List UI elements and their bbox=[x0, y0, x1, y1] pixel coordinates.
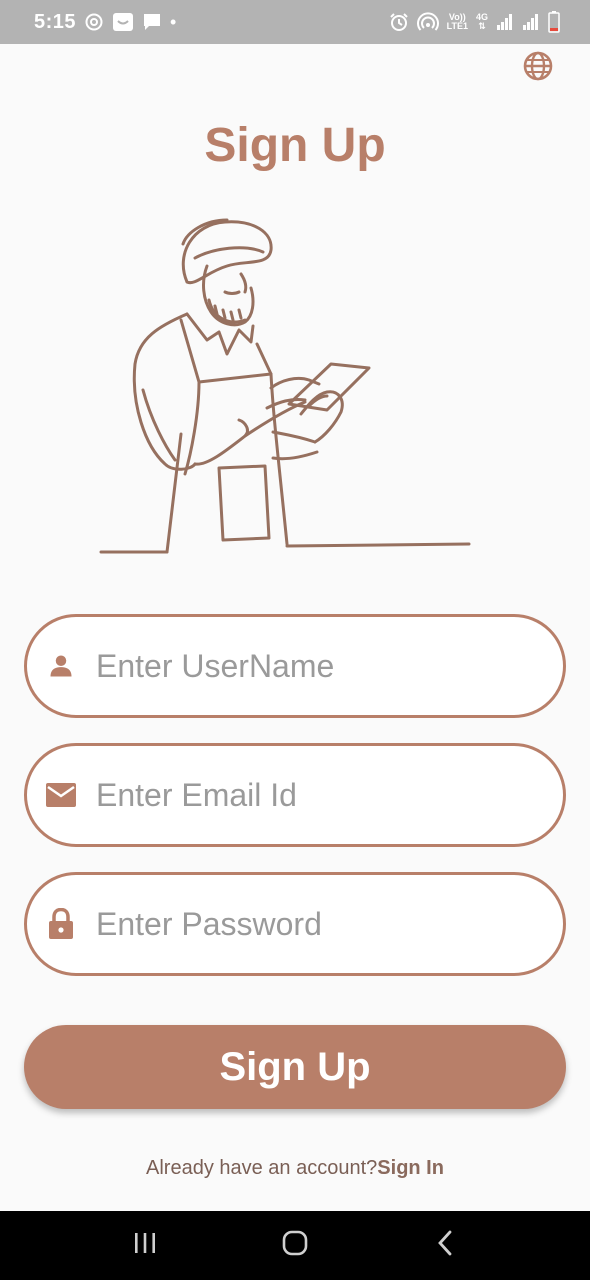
sign-in-link[interactable]: Sign In bbox=[377, 1157, 444, 1179]
password-input[interactable] bbox=[96, 905, 536, 943]
password-field[interactable] bbox=[24, 872, 566, 976]
data-arrows-icon: ⇅ bbox=[478, 21, 486, 31]
sign-up-button[interactable]: Sign Up bbox=[24, 1025, 566, 1109]
recent-apps-icon bbox=[132, 1231, 158, 1260]
language-button[interactable] bbox=[521, 51, 555, 85]
recent-apps-button[interactable] bbox=[115, 1221, 175, 1271]
alarm-icon bbox=[389, 12, 409, 32]
sync-icon bbox=[84, 12, 104, 32]
battery-low-icon bbox=[548, 11, 560, 33]
person-icon bbox=[45, 650, 77, 682]
signal-icon bbox=[496, 13, 514, 31]
sign-in-prompt-row: Already have an account?Sign In bbox=[0, 1157, 590, 1180]
volte-indicator: Vo)) LTE1 bbox=[447, 13, 468, 31]
sign-in-prompt: Already have an account? bbox=[146, 1157, 378, 1179]
cat-face-icon bbox=[112, 12, 134, 32]
status-left: 5:15 • bbox=[34, 11, 176, 34]
status-time: 5:15 bbox=[34, 10, 77, 33]
username-input[interactable] bbox=[96, 647, 536, 685]
navigation-bar bbox=[0, 1211, 590, 1280]
man-with-tablet-illustration bbox=[95, 214, 475, 559]
home-button[interactable] bbox=[265, 1221, 325, 1271]
home-icon bbox=[281, 1229, 309, 1262]
email-field[interactable] bbox=[24, 743, 566, 847]
signal-icon-2 bbox=[522, 13, 540, 31]
page-title: Sign Up bbox=[204, 119, 386, 172]
username-field[interactable] bbox=[24, 614, 566, 718]
status-bar: 5:15 • Vo)) LTE1 4G ⇅ bbox=[0, 0, 590, 44]
notification-dot: • bbox=[170, 11, 177, 32]
back-button[interactable] bbox=[415, 1221, 475, 1271]
message-icon bbox=[142, 12, 162, 32]
email-input[interactable] bbox=[96, 776, 536, 814]
back-icon bbox=[434, 1229, 456, 1262]
status-right: Vo)) LTE1 4G ⇅ bbox=[389, 11, 560, 33]
lock-icon bbox=[45, 908, 77, 940]
mail-icon bbox=[45, 779, 77, 811]
network-type: 4G ⇅ bbox=[476, 13, 488, 31]
hotspot-icon bbox=[416, 12, 439, 32]
volte-bottom: LTE1 bbox=[446, 21, 468, 31]
globe-icon bbox=[522, 50, 554, 87]
